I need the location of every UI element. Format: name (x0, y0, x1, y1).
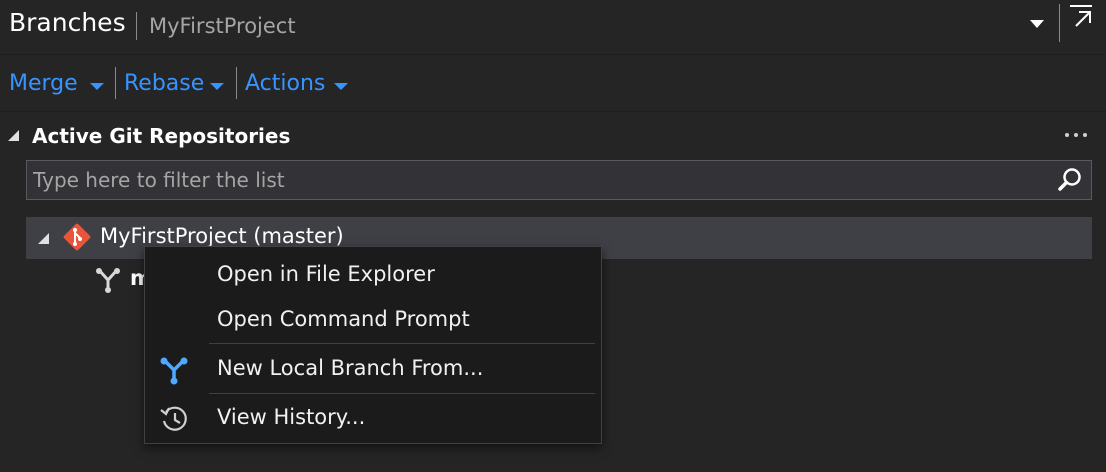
menu-item-label: Open Command Prompt (217, 307, 470, 331)
filter-box (26, 160, 1092, 200)
git-logo-icon (63, 223, 91, 251)
section-header[interactable]: Active Git Repositories (0, 118, 1106, 154)
toolbar-divider (115, 67, 116, 99)
merge-caret-icon[interactable] (90, 83, 104, 90)
rebase-caret-icon[interactable] (210, 83, 224, 90)
toolbar-divider (236, 67, 237, 99)
dropdown-caret-icon[interactable] (1030, 20, 1044, 28)
panel-title: Branches (9, 8, 126, 37)
menu-item-view-history[interactable]: View History... (145, 397, 601, 441)
actions-caret-icon[interactable] (334, 83, 348, 90)
menu-item-label: Open in File Explorer (217, 262, 435, 286)
branch-icon (96, 268, 120, 293)
title-divider (136, 12, 137, 40)
branch-icon (160, 357, 188, 385)
menu-separator (209, 343, 595, 344)
context-menu: Open in File Explorer Open Command Promp… (144, 246, 602, 444)
repository-label: MyFirstProject (master) (100, 224, 344, 248)
rebase-menu-button[interactable]: Rebase (124, 71, 204, 96)
actions-menu-button[interactable]: Actions (245, 71, 325, 96)
search-icon[interactable] (1057, 167, 1083, 193)
title-bar: Branches MyFirstProject (0, 0, 1106, 55)
menu-item-new-local-branch-from[interactable]: New Local Branch From... (145, 348, 601, 392)
toolbar: Merge Rebase Actions (0, 55, 1106, 112)
menu-item-open-in-file-explorer[interactable]: Open in File Explorer (145, 254, 601, 298)
project-name: MyFirstProject (149, 14, 296, 38)
menu-item-open-command-prompt[interactable]: Open Command Prompt (145, 299, 601, 343)
history-icon (160, 406, 187, 431)
menu-item-label: New Local Branch From... (217, 356, 484, 380)
more-options-icon[interactable] (1064, 131, 1088, 139)
section-title: Active Git Repositories (32, 124, 291, 148)
undock-icon[interactable] (1068, 4, 1094, 30)
expand-triangle-icon[interactable] (38, 233, 49, 244)
collapse-triangle-icon[interactable] (8, 130, 19, 141)
menu-item-label: View History... (217, 405, 366, 429)
filter-input[interactable] (33, 165, 1043, 195)
menu-separator (209, 393, 595, 394)
merge-menu-button[interactable]: Merge (9, 71, 78, 96)
title-divider-right (1059, 4, 1060, 42)
